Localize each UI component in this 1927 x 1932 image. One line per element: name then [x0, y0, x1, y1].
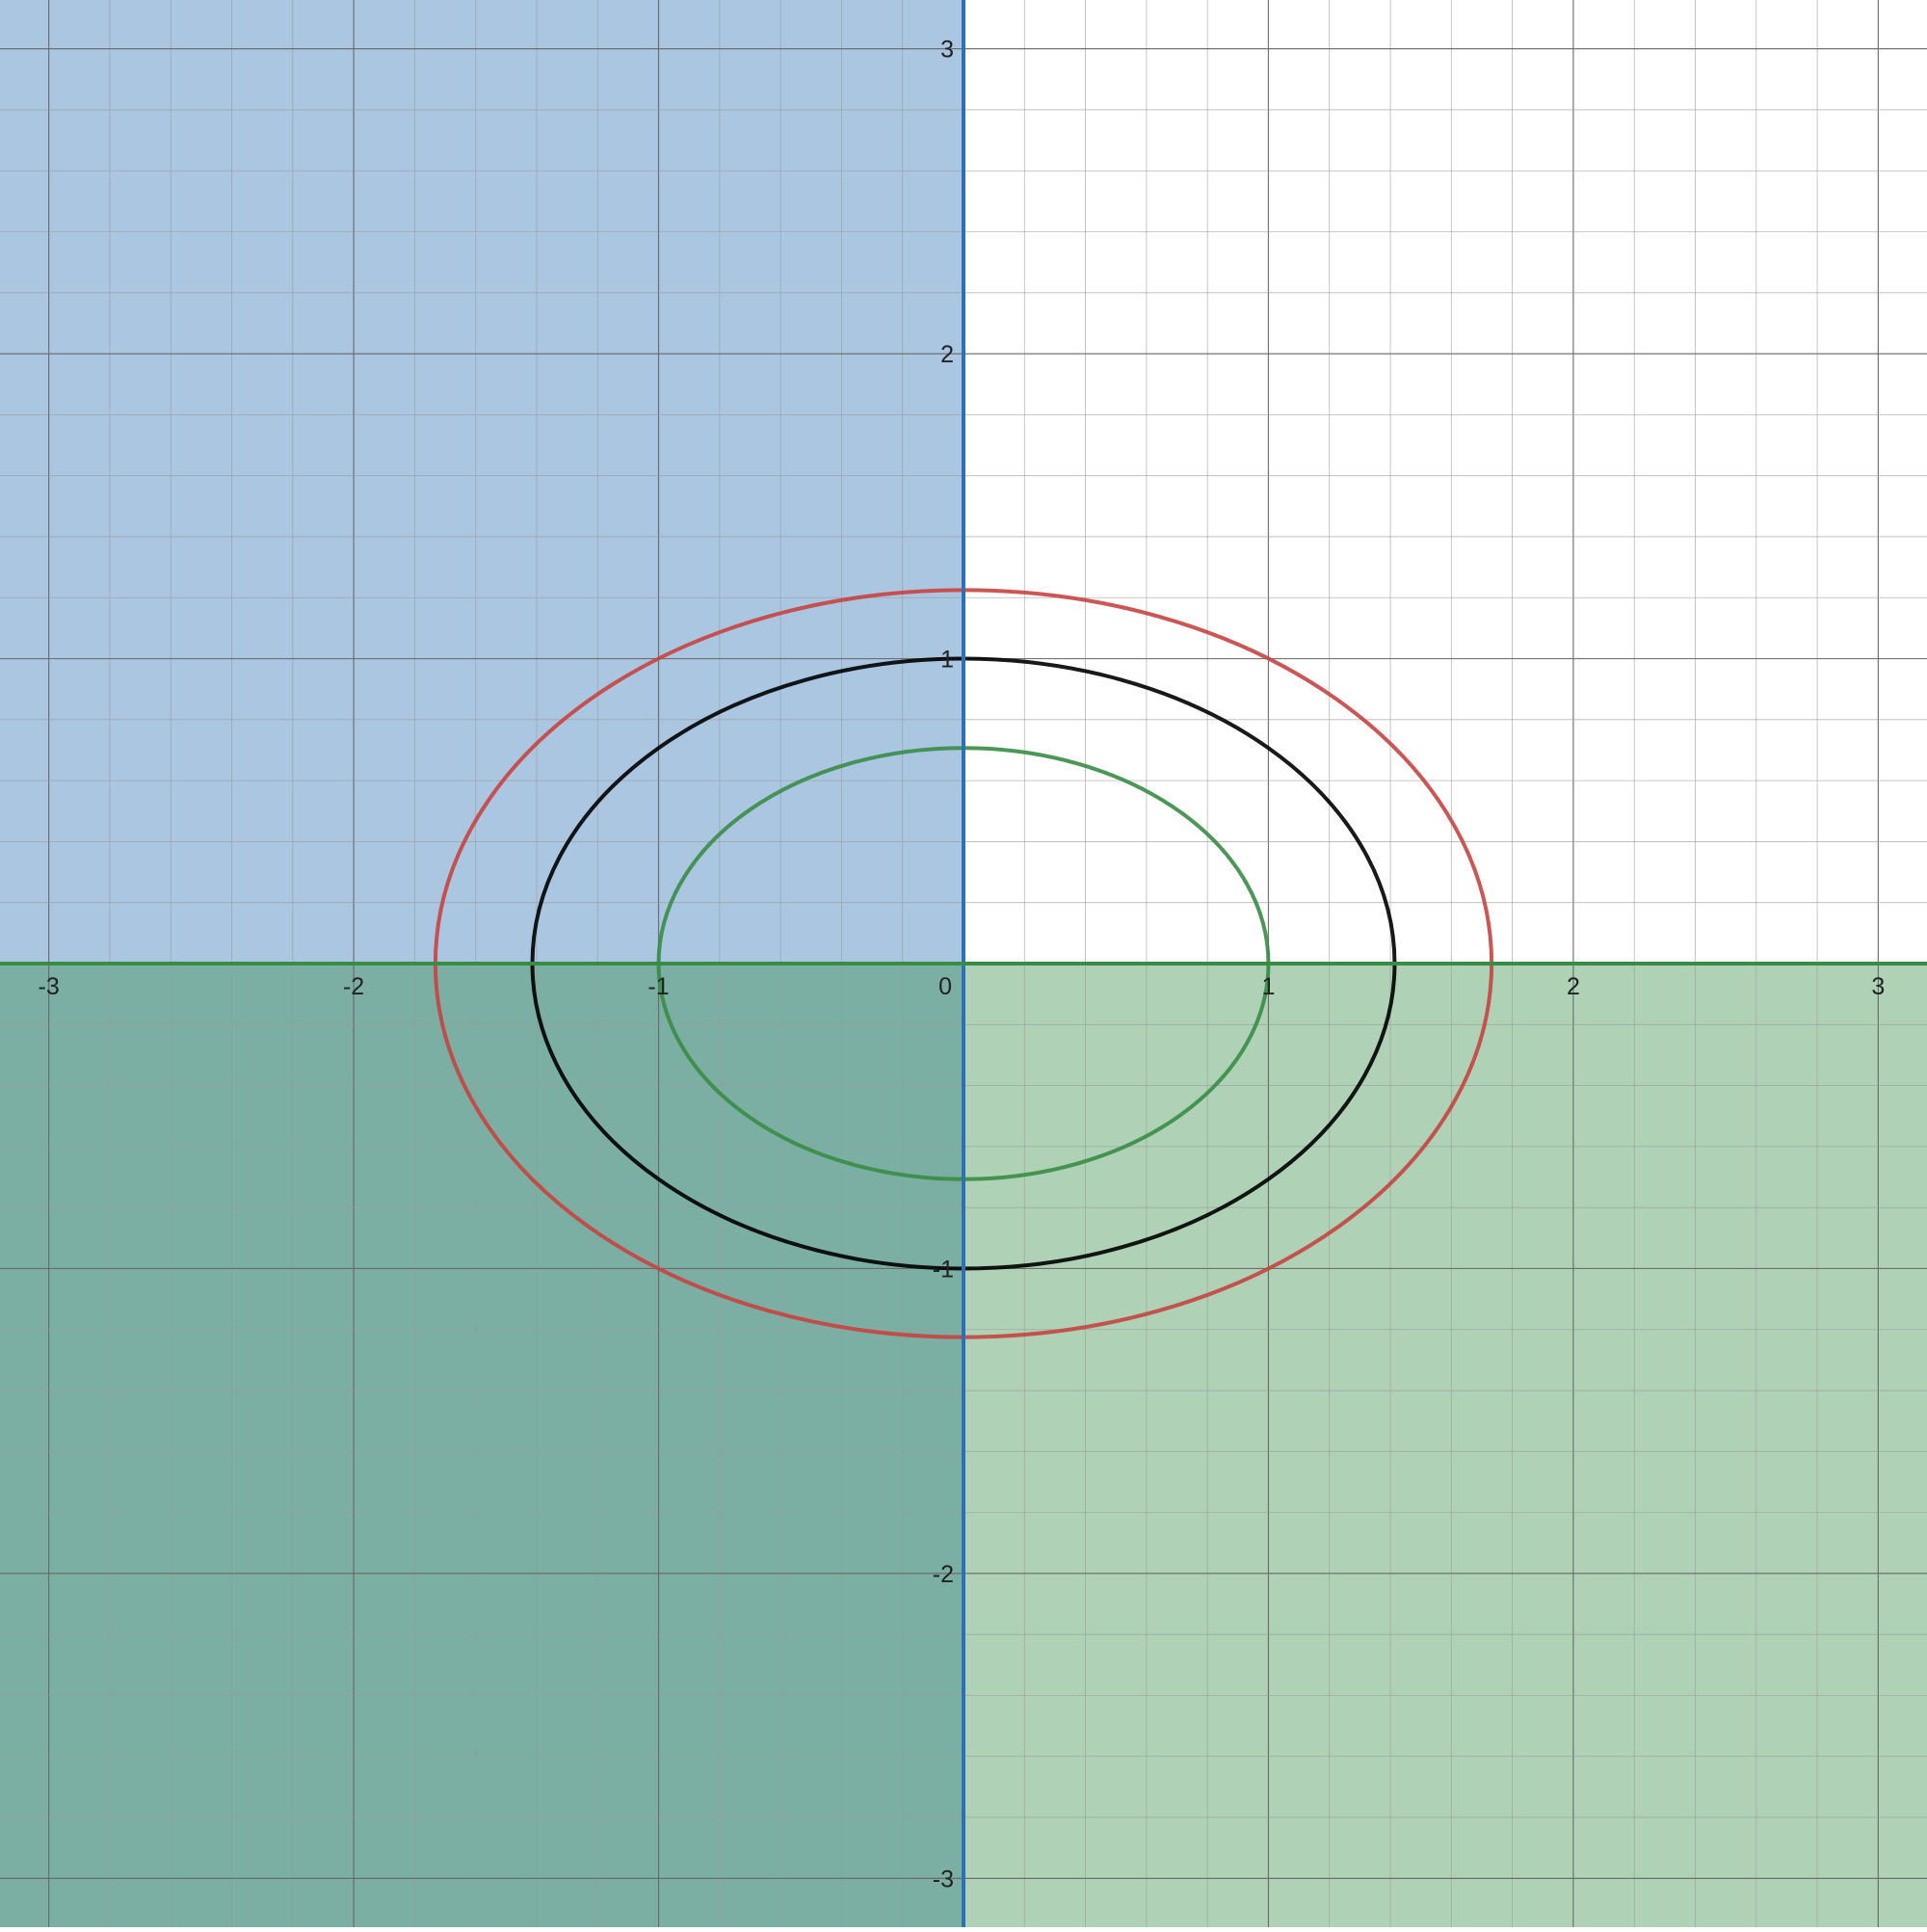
x-tick-label: -2 — [343, 973, 364, 1000]
x-tick-label: 1 — [1262, 973, 1276, 1000]
y-tick-label: 1 — [940, 647, 954, 674]
y-tick-label: -3 — [933, 1866, 954, 1892]
y-tick-label: -1 — [933, 1256, 954, 1283]
x-tick-label: 0 — [938, 973, 952, 1000]
x-tick-label: -1 — [647, 973, 669, 1000]
y-tick-label: -2 — [933, 1561, 954, 1588]
x-tick-label: -3 — [39, 973, 60, 1000]
x-tick-label: 3 — [1871, 973, 1885, 1000]
plot-area[interactable]: -3 -2 -1 0 1 2 3 3 2 1 -1 -2 -3 — [0, 0, 1927, 1927]
y-tick-label: 3 — [940, 37, 954, 64]
graph-canvas[interactable]: -3 -2 -1 0 1 2 3 3 2 1 -1 -2 -3 — [0, 0, 1927, 1927]
x-tick-label: 2 — [1567, 973, 1580, 1000]
y-tick-label: 2 — [940, 341, 954, 368]
